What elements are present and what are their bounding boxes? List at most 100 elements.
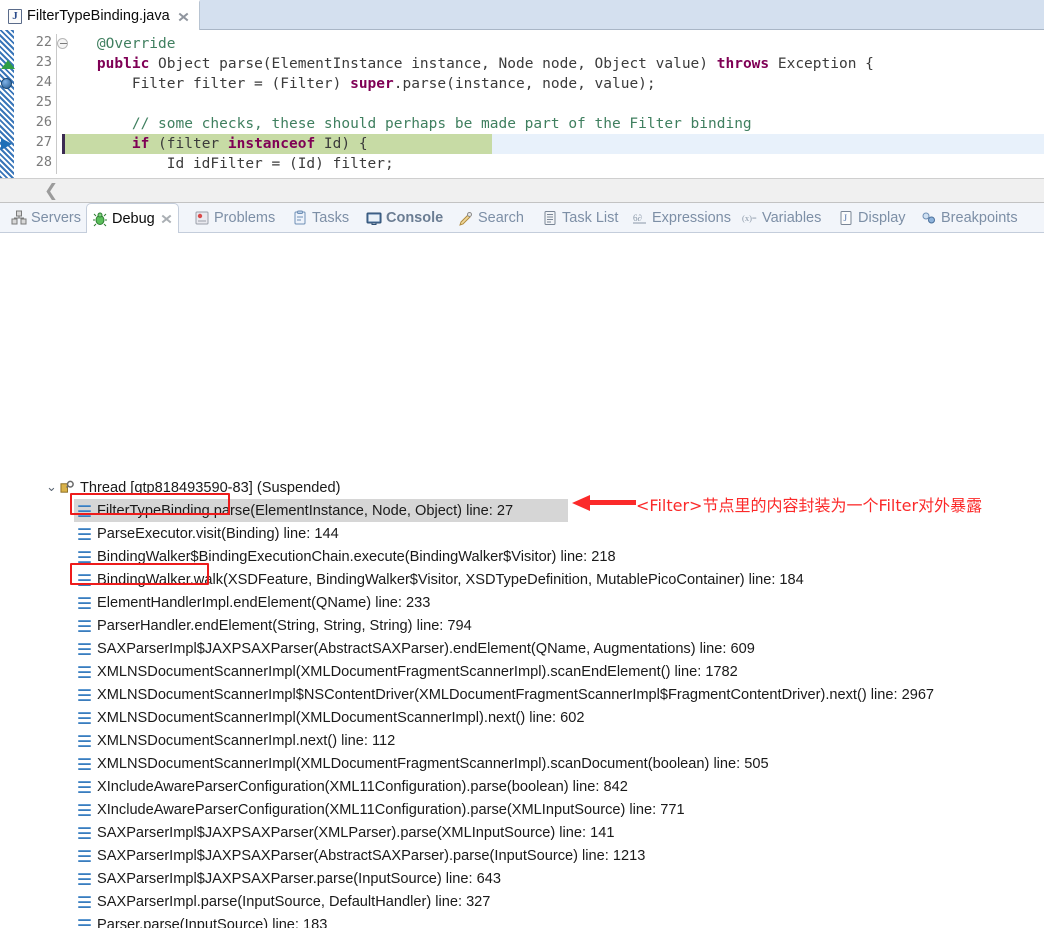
stack-frame-row[interactable]: XMLNSDocumentScannerImpl$NSContentDriver… bbox=[0, 683, 1044, 706]
stack-frame-row[interactable]: ParserHandler.endElement(String, String,… bbox=[0, 614, 1044, 637]
editor-tab-label: FilterTypeBinding.java bbox=[27, 8, 170, 24]
chevron-left-icon[interactable]: ❮ bbox=[44, 183, 58, 200]
stack-frame-icon bbox=[78, 711, 91, 724]
stack-frame-row[interactable]: XIncludeAwareParserConfiguration(XML11Co… bbox=[0, 798, 1044, 821]
view-tab-label: Task List bbox=[562, 210, 619, 226]
stack-frame-row[interactable]: ElementHandlerImpl.endElement(QName) lin… bbox=[0, 591, 1044, 614]
view-tab-label: Display bbox=[858, 210, 906, 226]
stack-frame-row[interactable]: XMLNSDocumentScannerImpl(XMLDocumentFrag… bbox=[0, 660, 1044, 683]
green-triangle-marker bbox=[1, 60, 15, 69]
view-tab-label: Variables bbox=[762, 210, 822, 226]
stack-frame-icon bbox=[78, 596, 91, 609]
stack-frame-row[interactable]: SAXParserImpl$JAXPSAXParser(AbstractSAXP… bbox=[0, 844, 1044, 867]
code-editor[interactable]: 22 23 24 25 26 27 28 @Override public Object p… bbox=[0, 30, 1044, 178]
view-tab-expressions[interactable]: 6∂ Expressions bbox=[627, 203, 736, 233]
code-lines: @Override public Object parse(ElementIns… bbox=[62, 30, 1044, 178]
stack-frame-icon bbox=[78, 642, 91, 655]
stack-frame-icon bbox=[78, 573, 91, 586]
stack-frame-row[interactable]: ParseExecutor.visit(Binding) line: 144 bbox=[0, 522, 1044, 545]
line-number: 23 bbox=[35, 54, 52, 70]
line-number: 22 bbox=[35, 34, 52, 50]
view-tab-debug[interactable]: Debug bbox=[86, 203, 179, 233]
view-tab-breakpoints[interactable]: Breakpoints bbox=[916, 203, 1023, 233]
code-token: (filter bbox=[149, 136, 228, 152]
breakpoints-icon bbox=[921, 210, 937, 226]
stack-frame-label: XMLNSDocumentScannerImpl(XMLDocumentFrag… bbox=[97, 663, 738, 680]
code-token: // some checks, these should perhaps be … bbox=[62, 116, 752, 132]
code-line: Id idFilter = (Id) filter; bbox=[62, 154, 1044, 174]
code-token: public bbox=[96, 56, 150, 72]
stack-frame-label: XMLNSDocumentScannerImpl(XMLDocumentFrag… bbox=[97, 755, 769, 772]
stack-frame-label: Parser.parse(InputSource) line: 183 bbox=[97, 916, 328, 928]
stack-frame-label: XMLNSDocumentScannerImpl.next() line: 11… bbox=[97, 732, 396, 749]
task-list-icon bbox=[542, 210, 558, 226]
gutter-divider bbox=[56, 34, 57, 174]
code-token: if bbox=[131, 136, 150, 152]
stack-frame-label: BindingWalker.walk(XSDFeature, BindingWa… bbox=[97, 571, 804, 588]
stack-frame-label: ElementHandlerImpl.endElement(QName) lin… bbox=[97, 594, 431, 611]
code-token: Object parse(ElementInstance instance, N… bbox=[149, 56, 717, 72]
view-tab-tasks[interactable]: Tasks bbox=[287, 203, 354, 233]
stack-frame-row[interactable]: XMLNSDocumentScannerImpl(XMLDocumentScan… bbox=[0, 706, 1044, 729]
view-tab-task-list[interactable]: Task List bbox=[537, 203, 623, 233]
console-icon bbox=[366, 210, 382, 226]
stack-frame-label: XMLNSDocumentScannerImpl(XMLDocumentScan… bbox=[97, 709, 585, 726]
stack-frame-icon bbox=[78, 872, 91, 885]
stack-frame-icon bbox=[78, 504, 91, 517]
stack-frame-icon bbox=[78, 688, 91, 701]
stack-frame-row[interactable]: SAXParserImpl$JAXPSAXParser.parse(InputS… bbox=[0, 867, 1044, 890]
stack-frame-row[interactable]: XIncludeAwareParserConfiguration(XML11Co… bbox=[0, 775, 1044, 798]
view-tab-label: Problems bbox=[214, 210, 276, 226]
view-tab-servers[interactable]: Servers bbox=[6, 203, 86, 233]
breadcrumb[interactable]: ❮ bbox=[0, 178, 1044, 203]
eclipse-debug-window: FilterTypeBinding.java 22 23 24 25 26 27 28 @O… bbox=[0, 0, 1044, 928]
code-line: Filter filter = (Filter) super.parse(ins… bbox=[62, 74, 1044, 94]
editor-tab-filtertypebinding[interactable]: FilterTypeBinding.java bbox=[0, 0, 200, 30]
line-number: 25 bbox=[35, 94, 52, 110]
view-tab-label: Debug bbox=[112, 210, 155, 227]
view-tab-search[interactable]: Search bbox=[453, 203, 529, 233]
stack-frame-icon bbox=[78, 757, 91, 770]
stack-frame-icon bbox=[78, 849, 91, 862]
stack-frame-row[interactable]: XMLNSDocumentScannerImpl.next() line: 11… bbox=[0, 729, 1044, 752]
left-arrow-icon bbox=[572, 495, 636, 511]
stack-frame-label: XIncludeAwareParserConfiguration(XML11Co… bbox=[97, 778, 628, 795]
expressions-icon: 6∂ bbox=[632, 210, 648, 226]
close-icon[interactable] bbox=[177, 10, 190, 23]
stack-frame-icon bbox=[78, 550, 91, 563]
stack-frame-row[interactable]: SAXParserImpl$JAXPSAXParser(XMLParser).p… bbox=[0, 821, 1044, 844]
view-tab-variables[interactable]: (x)= Variables bbox=[737, 203, 826, 233]
stack-frame-label: SAXParserImpl$JAXPSAXParser.parse(InputS… bbox=[97, 870, 501, 887]
code-line: @Override bbox=[62, 34, 1044, 54]
view-tab-display[interactable]: J Display bbox=[833, 203, 911, 233]
stack-frame-row[interactable]: BindingWalker.walk(XSDFeature, BindingWa… bbox=[0, 568, 1044, 591]
svg-text:(x)=: (x)= bbox=[742, 213, 757, 223]
code-line: public Object parse(ElementInstance inst… bbox=[62, 54, 1044, 74]
display-icon: J bbox=[838, 210, 854, 226]
stack-frame-row[interactable]: XMLNSDocumentScannerImpl(XMLDocumentFrag… bbox=[0, 752, 1044, 775]
stack-frame-label: XIncludeAwareParserConfiguration(XML11Co… bbox=[97, 801, 685, 818]
stack-frame-row[interactable]: SAXParserImpl.parse(InputSource, Default… bbox=[0, 890, 1044, 913]
line-number: 27 bbox=[35, 134, 52, 150]
blue-arrow-marker bbox=[1, 138, 12, 150]
stack-frame-label: ParseExecutor.visit(Binding) line: 144 bbox=[97, 525, 339, 542]
code-token: Id idFilter = (Id) filter; bbox=[62, 156, 394, 172]
code-token: super bbox=[350, 76, 394, 92]
view-tab-console[interactable]: Console bbox=[361, 203, 448, 233]
stack-frame-icon bbox=[78, 895, 91, 908]
annotation-text: <Filter>节点里的内容封装为一个Filter对外暴露 bbox=[636, 496, 983, 515]
view-tab-label: Expressions bbox=[652, 210, 731, 226]
close-icon[interactable] bbox=[161, 213, 173, 225]
stack-frame-row[interactable]: BindingWalker$BindingExecutionChain.exec… bbox=[0, 545, 1044, 568]
stack-frame-label: SAXParserImpl$JAXPSAXParser(AbstractSAXP… bbox=[97, 640, 755, 657]
stack-frame-row[interactable]: Parser.parse(InputSource) line: 183 bbox=[0, 913, 1044, 928]
stack-frame-row[interactable]: SAXParserImpl$JAXPSAXParser(AbstractSAXP… bbox=[0, 637, 1044, 660]
problems-icon bbox=[194, 210, 210, 226]
annotation-ruler bbox=[0, 30, 14, 178]
view-tab-problems[interactable]: Problems bbox=[189, 203, 280, 233]
line-number-gutter: 22 23 24 25 26 27 28 bbox=[14, 30, 68, 178]
code-line: if (filter instanceof Id) { bbox=[62, 134, 1044, 154]
java-file-icon bbox=[8, 8, 22, 24]
view-tab-label: Servers bbox=[31, 210, 81, 226]
